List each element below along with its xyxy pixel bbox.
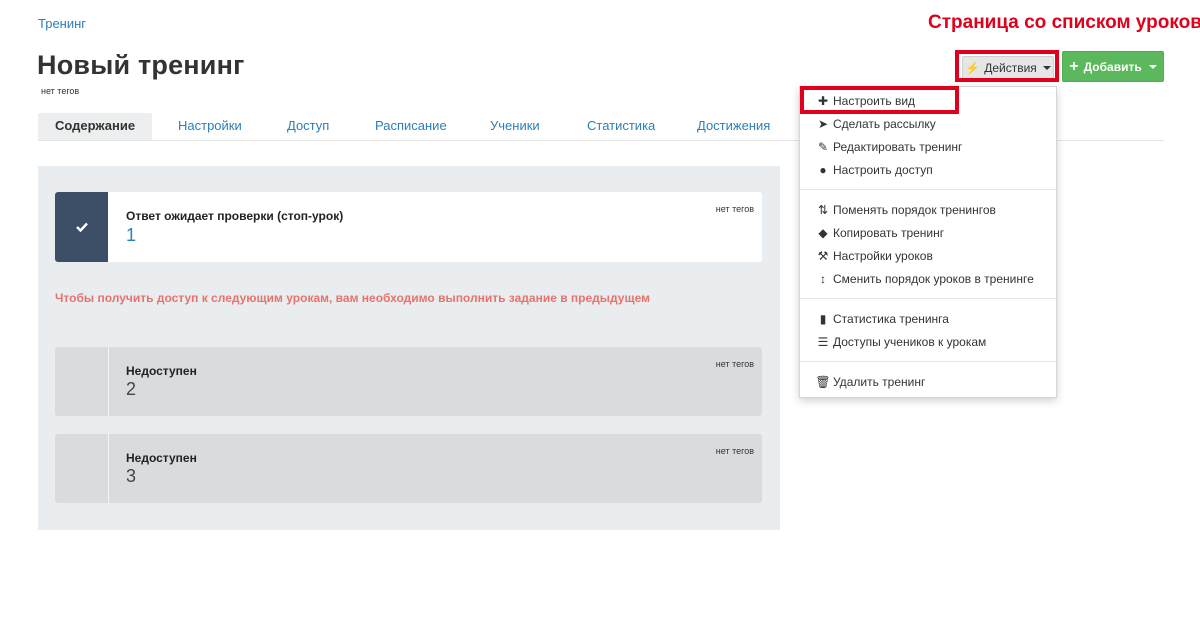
menu-divider xyxy=(800,298,1056,299)
menu-item-label: Копировать тренинг xyxy=(833,226,945,240)
menu-item-label: Настройки уроков xyxy=(833,249,933,263)
menu-item-label: Сделать рассылку xyxy=(833,117,936,131)
edit-icon: ✎ xyxy=(817,140,829,154)
menu-item-copy-training[interactable]: ◆ Копировать тренинг xyxy=(817,223,944,243)
lesson-title: Недоступен xyxy=(126,364,197,378)
menu-item-label: Удалить тренинг xyxy=(833,375,926,389)
lesson-number: 2 xyxy=(126,379,137,399)
lesson-status xyxy=(55,347,109,416)
menu-item-customize-view[interactable]: ✚ Настроить вид xyxy=(817,91,915,111)
menu-item-edit-training[interactable]: ✎ Редактировать тренинг xyxy=(817,137,962,157)
annotation-title: Страница со списком уроков xyxy=(928,12,1200,33)
menu-item-reorder-lessons[interactable]: ↕ Сменить порядок уроков в тренинге xyxy=(817,269,1034,289)
menu-item-mailing[interactable]: ➤ Сделать рассылку xyxy=(817,114,936,134)
lesson-number: 3 xyxy=(126,466,137,486)
wrench-icon: ⚒ xyxy=(817,249,829,263)
menu-item-lesson-settings[interactable]: ⚒ Настройки уроков xyxy=(817,246,933,266)
paper-plane-icon: ➤ xyxy=(817,117,829,131)
menu-item-label: Настроить вид xyxy=(833,94,916,108)
menu-item-label: Поменять порядок тренингов xyxy=(833,203,996,217)
training-tags: нет тегов xyxy=(41,86,80,96)
sort-icon: ⇅ xyxy=(817,203,829,217)
lesson-tags: нет тегов xyxy=(715,359,754,369)
menu-item-label: Статистика тренинга xyxy=(833,312,949,326)
menu-divider xyxy=(800,361,1056,362)
tab-schedule[interactable]: Расписание xyxy=(375,113,447,140)
menu-item-label: Сменить порядок уроков в тренинге xyxy=(833,272,1034,286)
breadcrumb[interactable]: Тренинг xyxy=(38,16,86,31)
access-warning: Чтобы получить доступ к следующим урокам… xyxy=(55,291,650,305)
tab-content[interactable]: Содержание xyxy=(38,113,153,140)
trash-icon: 🗑 xyxy=(815,375,831,389)
tab-access[interactable]: Доступ xyxy=(287,113,329,140)
lesson-item[interactable]: Ответ ожидает проверки (стоп-урок) 1 нет… xyxy=(55,192,762,262)
lesson-title: Недоступен xyxy=(126,451,197,465)
tab-statistics[interactable]: Статистика xyxy=(587,113,655,140)
tags-icon: ◆ xyxy=(818,226,828,240)
menu-divider xyxy=(800,189,1056,190)
tab-achievements[interactable]: Достижения xyxy=(697,113,770,140)
puzzle-icon: ✚ xyxy=(817,94,829,108)
lesson-item: Недоступен 3 нет тегов xyxy=(55,434,762,503)
menu-item-training-stats[interactable]: ▮ Статистика тренинга xyxy=(817,309,949,329)
tab-students[interactable]: Ученики xyxy=(490,113,540,140)
bar-chart-icon: ▮ xyxy=(819,312,827,326)
actions-dropdown-menu: ✚ Настроить вид ➤ Сделать рассылку ✎ Ред… xyxy=(799,86,1057,398)
list-icon: ☰ xyxy=(817,335,829,349)
user-icon: ● xyxy=(819,163,827,177)
actions-label: Действия xyxy=(984,61,1037,75)
menu-item-reorder-trainings[interactable]: ⇅ Поменять порядок тренингов xyxy=(817,200,996,220)
actions-button[interactable]: ⚡ Действия xyxy=(962,56,1054,80)
page-title: Новый тренинг xyxy=(37,50,245,80)
menu-item-label: Настроить доступ xyxy=(833,163,933,177)
add-label: Добавить xyxy=(1083,59,1142,74)
plus-icon: + xyxy=(1069,57,1079,75)
caret-down-icon xyxy=(1148,64,1157,69)
menu-item-label: Доступы учеников к урокам xyxy=(833,335,987,349)
menu-item-student-access[interactable]: ☰ Доступы учеников к урокам xyxy=(817,332,987,352)
lesson-status xyxy=(55,192,108,262)
check-icon xyxy=(75,222,88,232)
lesson-status xyxy=(55,434,109,503)
sort-arrows-icon: ↕ xyxy=(820,272,826,286)
add-button[interactable]: + Добавить xyxy=(1062,51,1164,82)
tab-settings[interactable]: Настройки xyxy=(178,113,242,140)
lesson-number[interactable]: 1 xyxy=(126,225,136,246)
menu-item-delete-training[interactable]: 🗑 Удалить тренинг xyxy=(815,372,926,392)
menu-item-label: Редактировать тренинг xyxy=(833,140,963,154)
lesson-item: Недоступен 2 нет тегов xyxy=(55,347,762,416)
lesson-title[interactable]: Ответ ожидает проверки (стоп-урок) xyxy=(126,209,343,223)
caret-down-icon xyxy=(1042,66,1051,70)
lesson-tags: нет тегов xyxy=(715,446,754,456)
lesson-tags: нет тегов xyxy=(715,204,754,214)
menu-item-access[interactable]: ● Настроить доступ xyxy=(817,160,933,180)
bolt-icon: ⚡ xyxy=(965,61,981,75)
